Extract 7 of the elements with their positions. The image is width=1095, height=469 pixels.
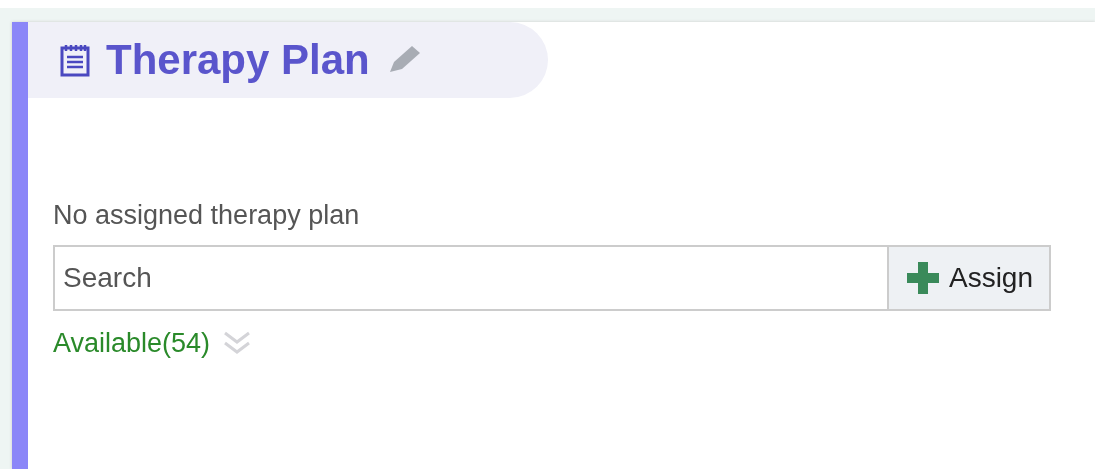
available-toggle[interactable]: Available(54): [53, 329, 211, 357]
plus-icon: [904, 260, 941, 296]
notepad-icon: [60, 43, 90, 77]
search-field[interactable]: Search: [53, 245, 889, 311]
assign-button[interactable]: Assign: [888, 245, 1051, 311]
header-title: Therapy Plan: [106, 39, 370, 81]
status-text: No assigned therapy plan: [53, 202, 361, 229]
